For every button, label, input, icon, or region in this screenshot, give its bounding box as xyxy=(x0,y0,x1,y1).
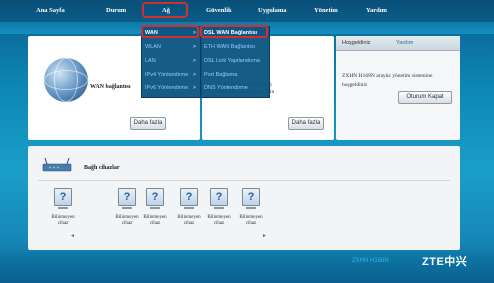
device-label: Bilinmeyen xyxy=(177,215,201,220)
wan-more-button[interactable]: Daha fazla xyxy=(130,117,166,130)
top-navigation: Ana Sayfa Durum Ağ Güvenlik Uygulama Yön… xyxy=(0,0,494,22)
dsl-wan-highlight xyxy=(200,25,268,38)
nav-network-highlight xyxy=(142,2,188,18)
device-item[interactable]: ? Bilinmeyen cihaz xyxy=(48,188,78,227)
footer-model: ZXHN H168N xyxy=(352,258,389,264)
tab-welcome[interactable]: Hoşgeldiniz xyxy=(342,40,370,46)
nav-security[interactable]: Güvenlik xyxy=(206,7,232,14)
device-label: Bilinmeyen xyxy=(115,215,139,220)
wan-menu-highlight xyxy=(141,25,199,38)
welcome-panel: Hoşgeldiniz Yardım ZXHN H168N arayüz yön… xyxy=(336,36,460,140)
wan-title: WAN bağlantısı xyxy=(90,84,131,90)
nav-help[interactable]: Yardım xyxy=(366,7,387,14)
menu-item-ipv4-routing[interactable]: IPv4 Yönlendirme xyxy=(145,72,188,78)
submenu-arrow: > xyxy=(192,85,196,91)
devices-panel: Bağlı cihazlar ? Bilinmeyen cihaz ? Bilin… xyxy=(28,146,460,250)
submenu-item-port-binding[interactable]: Port Bağlama xyxy=(204,72,237,78)
menu-item-lan[interactable]: LAN xyxy=(145,58,156,64)
welcome-tabs: Hoşgeldiniz Yardım xyxy=(336,36,460,51)
device-item[interactable]: ? Bilinmeyen cihaz xyxy=(204,188,234,227)
submenu-arrow: > xyxy=(192,58,196,64)
menu-item-ipv6-routing[interactable]: IPv6 Yönlendirme xyxy=(145,85,188,91)
submenu-item-dsl-link[interactable]: DSL Link Yapılandırma xyxy=(204,58,260,64)
device-item[interactable]: ? Bilinmeyen cihaz xyxy=(174,188,204,227)
submenu-item-dns-forwarding[interactable]: DNS Yönlendirme xyxy=(204,85,248,91)
device-label-2: cihaz xyxy=(245,221,257,226)
device-label-2: cihaz xyxy=(183,221,195,226)
device-label-2: cihaz xyxy=(213,221,225,226)
submenu-arrow: > xyxy=(192,44,196,50)
device-label: Bilinmeyen xyxy=(207,215,231,220)
nav-management[interactable]: Yönetim xyxy=(314,7,338,14)
nav-application[interactable]: Uygulama xyxy=(258,7,287,14)
device-label: Bilinmeyen xyxy=(143,215,167,220)
devices-divider xyxy=(38,180,450,181)
device-item[interactable]: ? Bilinmeyen cihaz xyxy=(236,188,266,227)
unknown-device-icon: ? xyxy=(210,188,228,206)
unknown-device-icon: ? xyxy=(54,188,72,206)
nav-home[interactable]: Ana Sayfa xyxy=(36,7,65,14)
submenu-item-eth-wan[interactable]: ETH WAN Bağlantısı xyxy=(204,44,255,50)
logout-button[interactable]: Oturum Kapat xyxy=(398,91,452,104)
footer-band xyxy=(0,252,494,283)
menu-item-wlan[interactable]: WLAN xyxy=(145,44,161,50)
device-label-2: cihaz xyxy=(57,221,69,226)
submenu-arrow: > xyxy=(192,72,196,78)
unknown-device-icon: ? xyxy=(180,188,198,206)
device-item[interactable]: ? Bilinmeyen cihaz xyxy=(140,188,170,227)
device-label-2: cihaz xyxy=(121,221,133,226)
device-label: Bilinmeyen xyxy=(239,215,263,220)
unknown-device-icon: ? xyxy=(242,188,260,206)
device-label-2: cihaz xyxy=(149,221,161,226)
scroll-left-arrow[interactable]: ◄ xyxy=(70,234,75,239)
router-icon xyxy=(42,158,72,172)
devices-title: Bağlı cihazlar xyxy=(84,165,120,171)
nav-status[interactable]: Durum xyxy=(106,7,126,14)
device-item[interactable]: ? Bilinmeyen cihaz xyxy=(112,188,142,227)
welcome-text: ZXHN H168N arayüz yönetim sistemine hoşg… xyxy=(342,73,433,88)
unknown-device-icon: ? xyxy=(146,188,164,206)
scroll-right-arrow[interactable]: ► xyxy=(262,234,267,239)
zte-logo: ZTE中兴 xyxy=(422,256,468,268)
globe-icon xyxy=(44,58,88,102)
device-label: Bilinmeyen xyxy=(51,215,75,220)
wlan-more-button[interactable]: Daha fazla xyxy=(288,117,324,130)
tab-help[interactable]: Yardım xyxy=(396,40,413,46)
unknown-device-icon: ? xyxy=(118,188,136,206)
